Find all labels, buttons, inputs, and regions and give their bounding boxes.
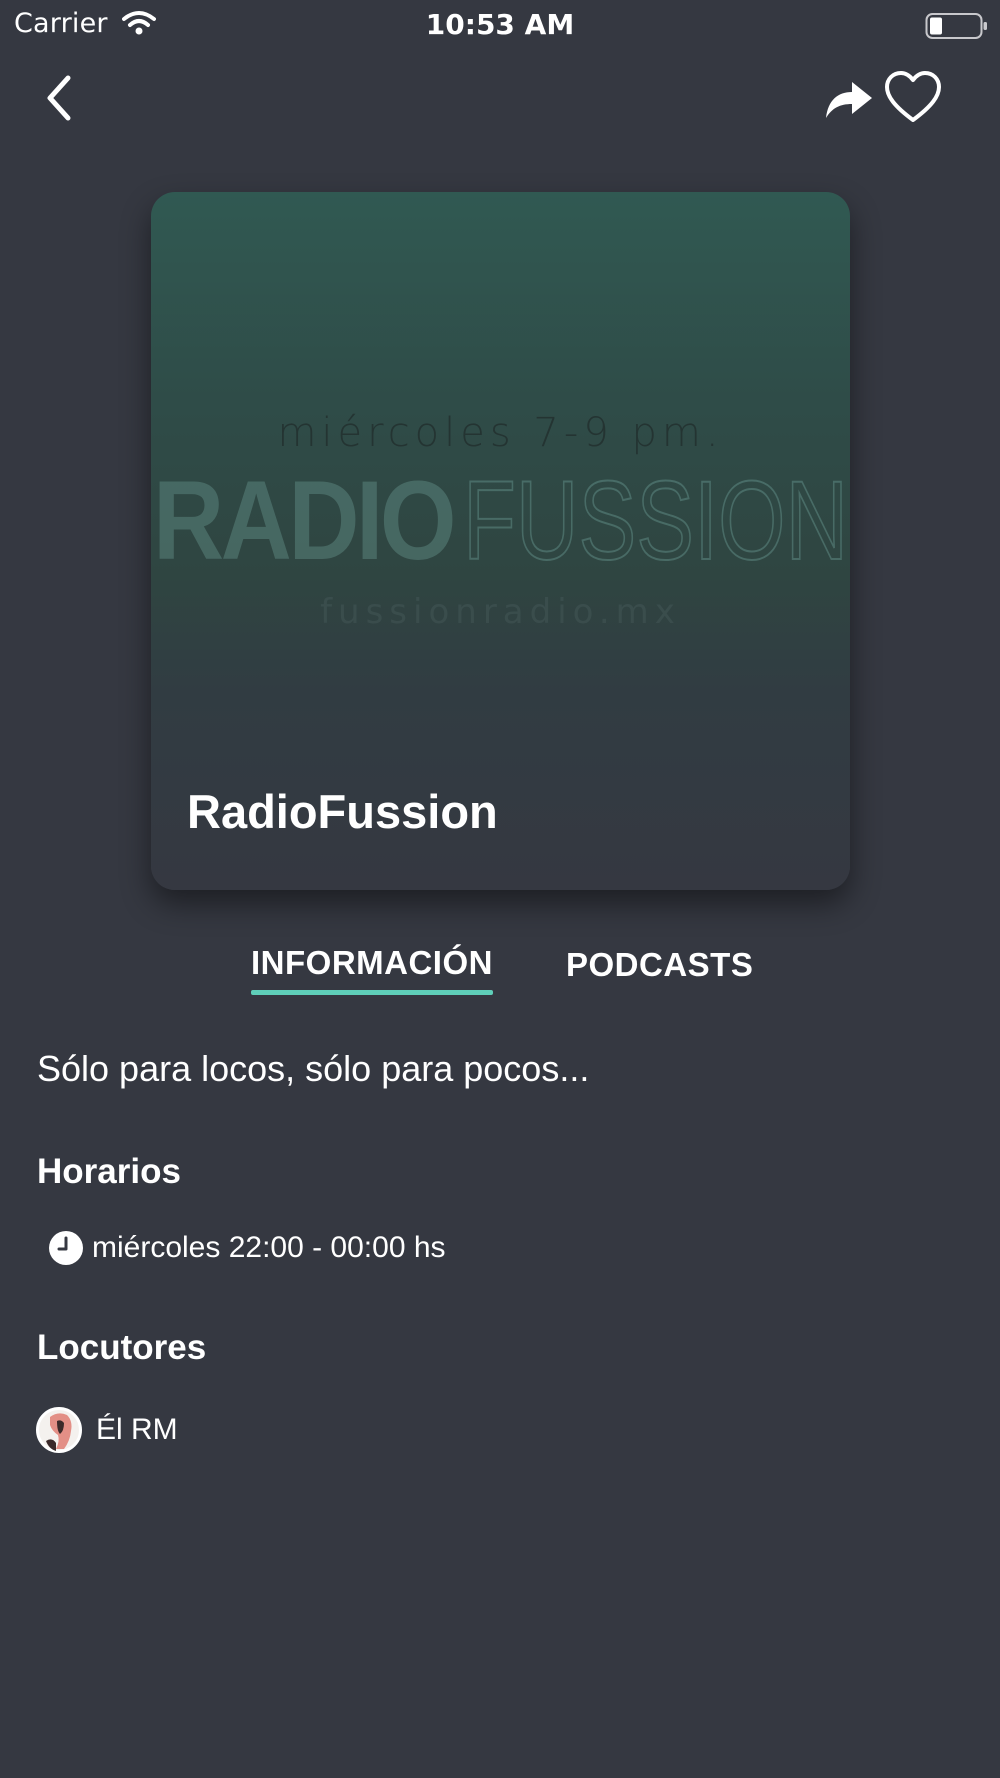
status-time: 10:53 AM [425, 8, 575, 41]
active-tab-indicator [251, 990, 493, 995]
program-tagline: Sólo para locos, sólo para pocos... [37, 1048, 590, 1089]
schedule-heading: Horarios [37, 1152, 181, 1191]
battery-icon [925, 13, 987, 39]
logo-radio-text: RADIO [153, 458, 453, 583]
schedule-item: miércoles 22:00 - 00:00 hs [48, 1228, 446, 1268]
status-bar: Carrier 10:53 AM [0, 0, 1000, 50]
heart-icon[interactable] [884, 70, 942, 126]
tab-podcasts[interactable]: PODCASTS [566, 946, 753, 984]
host-name: Él RM [96, 1413, 178, 1446]
program-title: RadioFussion [187, 785, 498, 838]
screen: Carrier 10:53 AM miércoles 7-9 pm. RADIO… [0, 0, 1000, 1778]
tab-informacion[interactable]: INFORMACIÓN [251, 944, 493, 982]
cover-website-text: fussionradio.mx [320, 592, 681, 632]
logo-fussion-text: FUSSION [463, 458, 848, 583]
schedule-text: miércoles 22:00 - 00:00 hs [92, 1231, 446, 1264]
host-item[interactable]: Él RM [36, 1406, 178, 1454]
host-avatar [36, 1407, 82, 1453]
hosts-heading: Locutores [37, 1328, 207, 1367]
clock-icon [49, 1231, 83, 1265]
program-cover-card: miércoles 7-9 pm. RADIO FUSSION fussionr… [151, 192, 850, 890]
share-icon[interactable] [822, 74, 874, 122]
back-button[interactable] [36, 70, 86, 126]
